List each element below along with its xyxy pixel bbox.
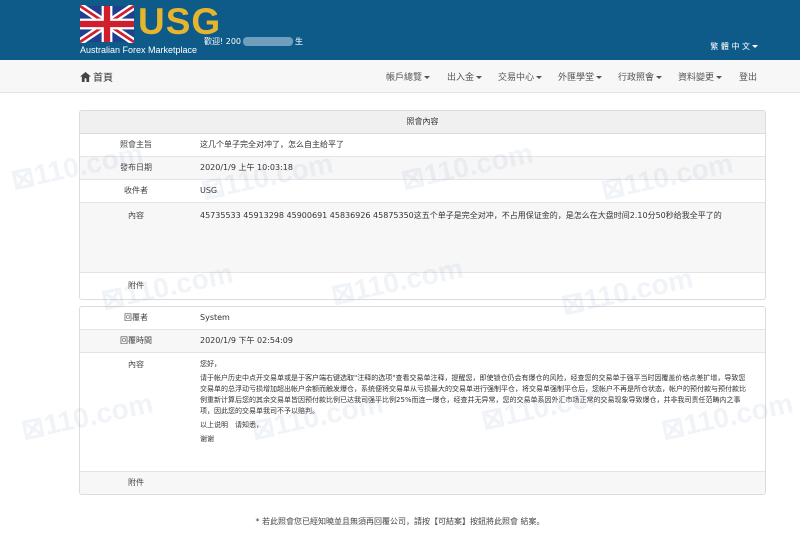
- nav-trading-center[interactable]: 交易中心: [498, 70, 543, 83]
- reply-time-value: 2020/1/9 下午 02:54:09: [200, 336, 293, 345]
- subject-row: 照會主旨 这几个单子完全对冲了，怎么自主给平了: [80, 134, 765, 157]
- reply-body: 请于帐户历史中点开交易单或是于客户端右键选取"注释的选项"查看交易单注释，提醒您…: [200, 374, 746, 415]
- recipient-value: USG: [200, 186, 218, 195]
- reply-signoff: 谢谢: [200, 435, 214, 443]
- notice-panel: 照會內容 照會主旨 这几个单子完全对冲了，怎么自主给平了 發布日期 2020/1…: [79, 110, 766, 300]
- content-row: 內容 45735533 45913298 45900691 45836926 4…: [80, 203, 765, 273]
- nav-forex-academy[interactable]: 外匯學堂: [558, 70, 603, 83]
- chevron-down-icon: [752, 45, 758, 48]
- date-row: 發布日期 2020/1/9 上午 10:03:18: [80, 157, 765, 180]
- chevron-down-icon: [536, 76, 543, 79]
- reply-time-row: 回覆時間 2020/1/9 下午 02:54:09: [80, 330, 765, 353]
- redacted-username: [243, 37, 294, 46]
- footer-note: * 若此照會您已經知曉並且無須再回覆公司，請按【可結案】按鈕將此照會 結案。: [255, 517, 545, 526]
- main-nav: 首頁 帳戶總覽 出入金 交易中心 外匯學堂 行政照會 資料變更 登出: [0, 60, 800, 93]
- union-jack-logo-icon: [80, 5, 134, 43]
- chevron-down-icon: [716, 76, 723, 79]
- nav-deposit-withdraw[interactable]: 出入金: [447, 70, 483, 83]
- replier-value: System: [200, 313, 230, 322]
- nav-home[interactable]: 首頁: [80, 69, 113, 84]
- reply-content-row: 內容 您好， 请于帐户历史中点开交易单或是于客户端右键选取"注释的选项"查看交易…: [80, 353, 765, 472]
- subject-value: 这几个单子完全对冲了，怎么自主给平了: [200, 140, 344, 149]
- welcome-message: 歡迎! 200 生: [204, 37, 304, 46]
- reply-closing: 以上说明 请知悉，: [200, 421, 263, 429]
- content-value: 45735533 45913298 45900691 45836926 4587…: [200, 211, 722, 220]
- chevron-down-icon: [476, 76, 483, 79]
- reply-panel: 回覆者 System 回覆時間 2020/1/9 下午 02:54:09 內容 …: [79, 306, 766, 495]
- reply-attachment-value: [192, 472, 765, 494]
- nav-admin-notice[interactable]: 行政照會: [618, 70, 663, 83]
- brand-tagline: Australian Forex Marketplace: [80, 45, 198, 55]
- replier-row: 回覆者 System: [80, 307, 765, 330]
- chevron-down-icon: [656, 76, 663, 79]
- nav-account-overview[interactable]: 帳戶總覽: [386, 70, 431, 83]
- reply-attachment-row: 附件: [80, 472, 765, 494]
- reply-greeting: 您好，: [200, 360, 221, 368]
- recipient-row: 收件者 USG: [80, 180, 765, 203]
- chevron-down-icon: [424, 76, 431, 79]
- top-header: USG Australian Forex Marketplace 歡迎! 200…: [0, 0, 800, 60]
- reply-content-value: 您好， 请于帐户历史中点开交易单或是于客户端右键选取"注释的选项"查看交易单注释…: [192, 353, 765, 471]
- language-selector[interactable]: 繁 體 中 文: [710, 41, 758, 52]
- panel-title: 照會內容: [80, 111, 765, 134]
- home-icon: [80, 71, 91, 82]
- nav-profile-change[interactable]: 資料變更: [678, 70, 723, 83]
- chevron-down-icon: [596, 76, 603, 79]
- date-value: 2020/1/9 上午 10:03:18: [200, 163, 293, 172]
- nav-logout[interactable]: 登出: [739, 70, 757, 83]
- attachment-value: [192, 273, 765, 299]
- attachment-row: 附件: [80, 273, 765, 299]
